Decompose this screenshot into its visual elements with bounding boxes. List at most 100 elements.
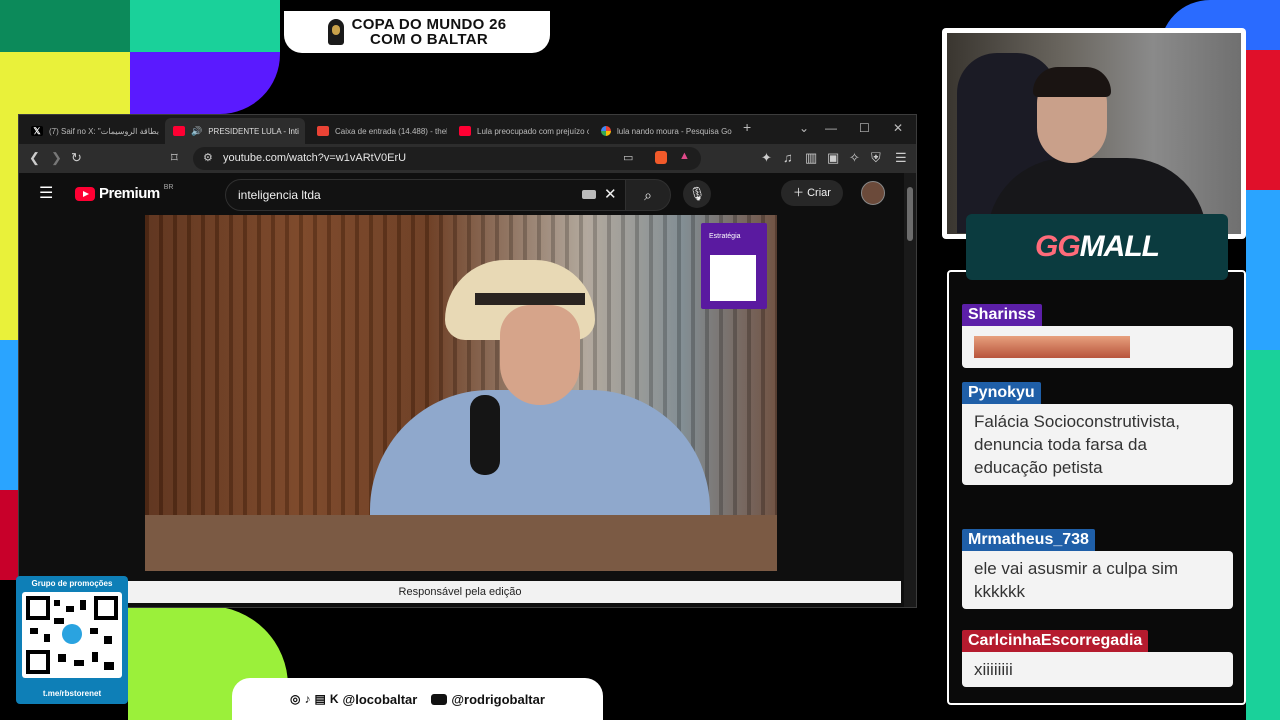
youtube-header: ☰ Premium BR inteligencia ltda ✕ ⌕ 🎙 ＋ C…: [19, 173, 904, 213]
chat-bubble: ele vai asusmir a culpa sim kkkkkk: [962, 551, 1233, 609]
search-icon: ⌕: [644, 187, 652, 203]
telegram-icon: [62, 624, 82, 644]
brave-rewards-icon[interactable]: ▲: [679, 150, 690, 162]
bookmark-icon[interactable]: ⌑: [171, 150, 178, 166]
chat-bubble: [962, 326, 1233, 368]
microphone-icon: 🎙: [688, 186, 706, 201]
plus-icon: ＋: [793, 187, 805, 199]
browser-toolbar: ❮ ❯ ↻ ⌑ ⚙ youtube.com/watch?v=w1vARtV0Er…: [19, 144, 916, 173]
tab-x[interactable]: 𝕏 (7) Saif no X: "بطاقة الروسيمات ...": [23, 118, 161, 144]
video-person-hatband: [475, 293, 585, 305]
vpn-icon[interactable]: ⛨: [871, 150, 881, 166]
kick-icon: K: [329, 692, 339, 706]
qr-code-icon: [22, 592, 122, 678]
youtube-icon: [173, 126, 185, 136]
chat-username: Pynokyu: [962, 382, 1041, 404]
twitch-icon: ▤: [314, 692, 326, 706]
maximize-icon[interactable]: ☐: [859, 121, 870, 135]
address-bar[interactable]: ⚙ youtube.com/watch?v=w1vARtV0ErU ▭ ▲: [193, 147, 701, 170]
title-line-2: COM O BALTAR: [369, 31, 488, 48]
tab-google[interactable]: lula nando moura - Pesquisa Go: [593, 118, 733, 144]
create-button[interactable]: ＋ Criar: [781, 180, 843, 206]
new-tab-button[interactable]: +: [743, 119, 751, 135]
tiktok-icon: ♪: [304, 692, 311, 706]
brave-shield-icon[interactable]: [655, 151, 667, 164]
youtube-icon: [459, 126, 471, 136]
emote-row: [974, 336, 1221, 358]
avatar[interactable]: [861, 181, 885, 205]
tab-youtube-active[interactable]: 🔊 PRESIDENTE LULA - Inti ✕: [165, 118, 305, 144]
google-icon: [601, 126, 611, 136]
chat-message: CarlcinhaEscorregadia xiiiiiiii: [962, 630, 1233, 687]
youtube-play-icon: [75, 186, 95, 201]
wallet-icon[interactable]: ▣: [827, 150, 839, 166]
youtube-logo-text: Premium: [99, 185, 160, 202]
tab-gmail[interactable]: Caixa de entrada (14.488) - theb: [309, 118, 447, 144]
caption-bar: Responsável pela edição: [19, 581, 901, 603]
social-bar: ◎ ♪ ▤ K @locobaltar @rodrigobaltar: [232, 678, 603, 720]
video-microphone: [470, 395, 500, 475]
social-handle-2: @rodrigobaltar: [451, 691, 545, 707]
bg-block: [1246, 190, 1280, 350]
tab-search-icon[interactable]: ⌄: [799, 121, 809, 135]
reload-icon[interactable]: ↻: [71, 150, 82, 166]
youtube-country-code: BR: [163, 184, 174, 191]
emote-icon: [1078, 336, 1104, 358]
video-table: [145, 515, 777, 571]
chat-message: Sharinss: [962, 304, 1233, 368]
site-info-icon[interactable]: ⚙: [203, 151, 213, 164]
youtube-logo[interactable]: Premium BR: [75, 184, 174, 202]
forward-icon[interactable]: ❯: [51, 150, 62, 166]
sponsor-logo-prefix: GG: [1035, 230, 1081, 263]
speaker-icon: 🔊: [191, 125, 203, 136]
bg-block: [0, 340, 20, 490]
extensions-icon[interactable]: ✦: [761, 150, 772, 166]
qr-code-icon: [710, 255, 756, 301]
tab-label: Caixa de entrada (14.488) - theb: [335, 126, 447, 136]
x-icon: 𝕏: [31, 126, 43, 136]
leo-ai-icon[interactable]: ✧: [849, 150, 860, 166]
bg-block: [1246, 350, 1280, 720]
chat-message: Mrmatheus_738 ele vai asusmir a culpa si…: [962, 529, 1233, 609]
cast-icon[interactable]: ▭: [623, 151, 633, 164]
tab-label: PRESIDENTE LULA - Inti: [208, 126, 299, 136]
back-icon[interactable]: ❮: [29, 150, 40, 166]
chat-message: Pynokyu Falácia Socioconstrutivista, den…: [962, 382, 1233, 485]
hamburger-menu-icon[interactable]: ☰: [39, 183, 53, 203]
voice-search-button[interactable]: 🎙: [683, 180, 711, 208]
clear-search-icon[interactable]: ✕: [604, 185, 617, 203]
tab-youtube[interactable]: Lula preocupado com prejuízo c: [451, 118, 589, 144]
social-group-1: ◎ ♪ ▤ K @locobaltar: [290, 692, 417, 707]
youtube-page: ☰ Premium BR inteligencia ltda ✕ ⌕ 🎙 ＋ C…: [19, 173, 916, 607]
bg-block: [0, 0, 130, 52]
sponsor-logo: GGMALL: [966, 214, 1228, 280]
bg-block: [1246, 50, 1280, 190]
sponsor-badge-label: Estratégia: [709, 233, 741, 240]
bg-block: [130, 52, 280, 114]
social-handle-1: @locobaltar: [342, 691, 418, 707]
gmail-icon: [317, 126, 329, 136]
search-button[interactable]: ⌕: [625, 179, 671, 211]
sidebar-icon[interactable]: ▥: [805, 150, 817, 166]
media-icon[interactable]: ♫: [783, 150, 793, 165]
video-person-face: [500, 305, 580, 405]
scrollbar-thumb[interactable]: [907, 187, 913, 241]
webcam-frame: [942, 28, 1246, 239]
menu-icon[interactable]: ☰: [895, 150, 907, 166]
close-window-icon[interactable]: ✕: [893, 121, 903, 135]
youtube-icon: [431, 693, 448, 705]
tab-label: Lula preocupado com prejuízo c: [477, 126, 589, 136]
tab-bar: 𝕏 (7) Saif no X: "بطاقة الروسيمات ..." 🔊…: [19, 115, 916, 144]
stream-title-banner: COPA DO MUNDO 26 COM O BALTAR: [284, 11, 550, 53]
instagram-icon: ◎: [290, 692, 301, 706]
tab-label: lula nando moura - Pesquisa Go: [617, 126, 732, 136]
keyboard-icon[interactable]: [582, 190, 596, 199]
minimize-icon[interactable]: —: [825, 121, 837, 135]
chat-username: CarlcinhaEscorregadia: [962, 630, 1149, 652]
create-label: Criar: [807, 187, 831, 199]
video-player[interactable]: Estratégia: [145, 215, 777, 571]
youtube-search-input[interactable]: inteligencia ltda ✕: [225, 179, 627, 211]
page-scrollbar[interactable]: [904, 173, 916, 607]
browser-window: 𝕏 (7) Saif no X: "بطاقة الروسيمات ..." 🔊…: [18, 114, 917, 608]
emote-icon: [1026, 336, 1052, 358]
